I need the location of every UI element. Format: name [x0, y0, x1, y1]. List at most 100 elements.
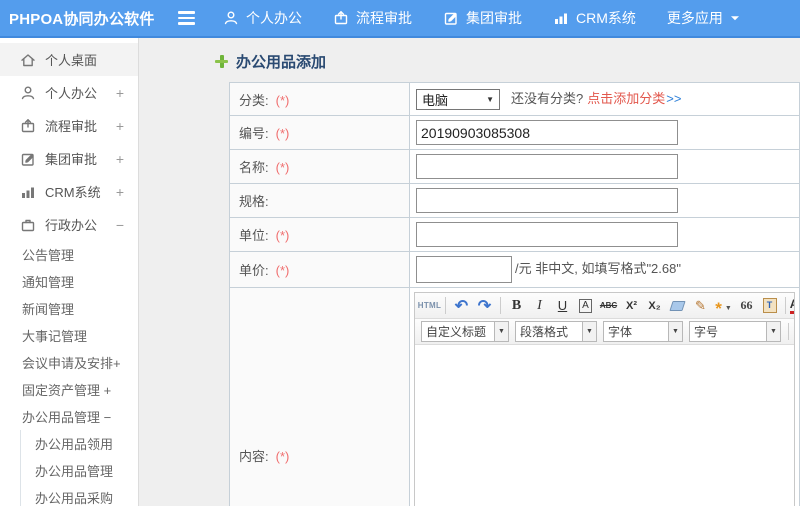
- price-label: 单价:: [239, 263, 269, 278]
- price-input[interactable]: [416, 256, 512, 283]
- required-mark: (*): [275, 448, 290, 464]
- number-input[interactable]: [416, 120, 678, 145]
- dropdown-caret-icon: ▼: [724, 304, 732, 312]
- sidebar-item-6[interactable]: 行政办公 −: [0, 208, 138, 241]
- chart-icon: [20, 184, 36, 200]
- nav-item-1[interactable]: 个人办公: [223, 8, 302, 28]
- content-label: 内容:: [239, 448, 269, 464]
- sidebar-item-4[interactable]: 集团审批 +: [0, 142, 138, 175]
- font-size-select-value: 字号: [694, 325, 719, 339]
- category-row: 分类: (*) 电脑 ▼ 还没有分类? 点击添加分类>>: [229, 82, 800, 116]
- sidebar-item-14[interactable]: 办公用品领用: [0, 430, 138, 457]
- nav-item-label: 集团审批: [466, 10, 522, 26]
- sidebar-item-13[interactable]: 办公用品管理 −: [0, 403, 138, 430]
- page-title: 办公用品添加: [236, 53, 327, 71]
- redo-button[interactable]: ↷: [475, 296, 495, 316]
- sidebar-item-9[interactable]: 新闻管理: [0, 295, 138, 322]
- sidebar-item-12[interactable]: 固定资产管理 +: [0, 376, 138, 403]
- collapse-minus-icon[interactable]: −: [116, 217, 124, 233]
- sidebar-item-11[interactable]: 会议申请及安排+: [0, 349, 138, 376]
- paste-button-glyph: T: [762, 298, 777, 313]
- strikethrough-button[interactable]: ABC: [599, 296, 619, 316]
- sidebar-item-1[interactable]: 个人桌面: [0, 43, 138, 76]
- sidebar-item-2[interactable]: 个人办公 +: [0, 76, 138, 109]
- nav-item-label: 流程审批: [356, 10, 412, 26]
- eraser-button[interactable]: [668, 296, 688, 316]
- nav-item-label: CRM系统: [576, 10, 636, 26]
- name-input[interactable]: [416, 154, 678, 179]
- sidebar-item-label: 新闻管理: [22, 302, 75, 317]
- unit-row: 单位: (*): [229, 217, 800, 252]
- paragraph-select[interactable]: 段落格式 ▼: [515, 321, 597, 342]
- font-size-select[interactable]: 字号 ▼: [689, 321, 781, 342]
- nav-item-3[interactable]: 集团审批: [443, 8, 522, 28]
- category-label: 分类:: [239, 92, 269, 108]
- category-field-cell: 电脑 ▼ 还没有分类? 点击添加分类>>: [409, 82, 800, 116]
- sidebar-item-16[interactable]: 办公用品采购: [0, 484, 138, 506]
- menu-toggle-icon[interactable]: [178, 11, 195, 25]
- italic-button[interactable]: I: [530, 296, 550, 316]
- dropdown-caret-icon[interactable]: ▼: [766, 322, 780, 341]
- sidebar-item-5[interactable]: CRM系统 +: [0, 175, 138, 208]
- dropdown-caret-icon[interactable]: ▼: [494, 322, 508, 341]
- blockquote-button[interactable]: 66: [737, 296, 757, 316]
- sidebar-item-label: 办公用品管理 −: [22, 410, 112, 425]
- add-category-link[interactable]: 点击添加分类: [587, 91, 665, 106]
- superscript-button[interactable]: X²: [622, 296, 642, 316]
- dropdown-caret-icon[interactable]: ▼: [668, 322, 682, 341]
- char-border-button[interactable]: A: [576, 296, 596, 316]
- sidebar-item-10[interactable]: 大事记管理: [0, 322, 138, 349]
- toolbar-separator: [500, 297, 501, 314]
- category-select-value: 电脑: [422, 93, 449, 109]
- home-icon: [20, 52, 36, 68]
- spec-label: 规格:: [239, 194, 269, 209]
- toolbar-separator: [788, 323, 789, 340]
- nav-item-5[interactable]: 更多应用: [667, 8, 740, 28]
- nav-item-label: 更多应用: [666, 10, 723, 26]
- expand-plus-icon[interactable]: +: [116, 118, 124, 134]
- spec-label-cell: 规格:: [229, 183, 410, 218]
- name-row: 名称: (*): [229, 149, 800, 184]
- paste-button[interactable]: T: [760, 296, 780, 316]
- price-row: 单价: (*) /元 非中文, 如填写格式"2.68": [229, 251, 800, 288]
- editor-content[interactable]: [415, 345, 794, 506]
- edit-icon: [443, 10, 459, 26]
- nav-item-4[interactable]: CRM系统: [553, 8, 636, 28]
- font-color-button-glyph: A: [789, 297, 794, 314]
- sidebar-item-label: 办公用品管理: [35, 464, 114, 479]
- format-brush-button[interactable]: ✎: [691, 296, 711, 316]
- required-mark: (*): [275, 92, 290, 108]
- sidebar-item-label: 大事记管理: [22, 329, 88, 344]
- underline-button[interactable]: U: [553, 296, 573, 316]
- bold-button[interactable]: B: [507, 296, 527, 316]
- custom-title-select[interactable]: 自定义标题 ▼: [421, 321, 509, 342]
- user-icon: [223, 10, 239, 26]
- add-category-arrows[interactable]: >>: [666, 91, 681, 106]
- sidebar-item-7[interactable]: 公告管理: [0, 241, 138, 268]
- sidebar-item-15[interactable]: 办公用品管理: [0, 457, 138, 484]
- nav-item-2[interactable]: 流程审批: [333, 8, 412, 28]
- expand-plus-icon[interactable]: +: [116, 184, 124, 200]
- dropdown-caret-icon[interactable]: ▼: [582, 322, 596, 341]
- sidebar-item-label: CRM系统: [45, 185, 101, 200]
- required-mark: (*): [275, 263, 290, 278]
- unit-input[interactable]: [416, 222, 678, 247]
- undo-button[interactable]: ↶: [452, 296, 472, 316]
- category-label-cell: 分类: (*): [229, 82, 410, 116]
- eraser-button-glyph: [669, 300, 686, 311]
- expand-plus-icon[interactable]: +: [116, 151, 124, 167]
- sidebar-item-label: 通知管理: [22, 275, 75, 290]
- font-family-select[interactable]: 字体 ▼: [603, 321, 683, 342]
- content-row: 内容:(*)HTML↶↷BIUAABCX²X₂✎*▼66TA▼ab▼自定义标题▼…: [229, 287, 800, 506]
- category-select[interactable]: 电脑 ▼: [416, 89, 500, 111]
- sidebar-item-8[interactable]: 通知管理: [0, 268, 138, 295]
- expand-plus-icon[interactable]: +: [116, 85, 124, 101]
- custom-style-button[interactable]: * ▼: [714, 293, 734, 318]
- sidebar-item-3[interactable]: 流程审批 +: [0, 109, 138, 142]
- font-color-button[interactable]: A▼: [789, 296, 794, 316]
- source-button[interactable]: HTML: [420, 296, 440, 316]
- spec-row: 规格:: [229, 183, 800, 218]
- spec-input[interactable]: [416, 188, 678, 213]
- price-label-cell: 单价: (*): [229, 251, 410, 288]
- subscript-button[interactable]: X₂: [645, 296, 665, 316]
